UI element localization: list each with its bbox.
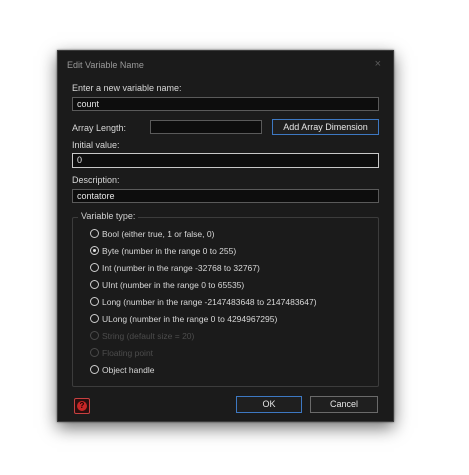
variable-type-option[interactable]: Long (number in the range -2147483648 to… [90, 297, 317, 309]
variable-type-option-label: Floating point [102, 348, 154, 358]
variable-type-label: Variable type: [78, 211, 139, 221]
title-bar[interactable]: Edit Variable Name × [58, 51, 393, 75]
radio-icon[interactable] [90, 297, 99, 306]
radio-icon[interactable] [90, 280, 99, 289]
variable-type-option[interactable]: Byte (number in the range 0 to 255) [90, 246, 236, 258]
variable-type-option[interactable]: ULong (number in the range 0 to 42949672… [90, 314, 277, 326]
initial-value-label: Initial value: [72, 140, 120, 150]
description-label: Description: [72, 175, 120, 185]
variable-type-option-label: Byte (number in the range 0 to 255) [102, 246, 237, 256]
description-input[interactable]: contatore [72, 189, 379, 203]
help-glyph: ? [77, 401, 87, 411]
variable-type-option[interactable]: Bool (either true, 1 or false, 0) [90, 229, 214, 241]
radio-icon [90, 348, 99, 357]
variable-type-option-label: String (default size = 20) [102, 331, 195, 341]
cancel-button[interactable]: Cancel [310, 396, 378, 413]
help-icon[interactable]: ? [74, 398, 90, 414]
add-array-dimension-button[interactable]: Add Array Dimension [272, 119, 379, 135]
array-length-label: Array Length: [72, 123, 127, 133]
radio-icon[interactable] [90, 229, 99, 238]
variable-type-option: Floating point [90, 348, 153, 360]
variable-type-option-label: ULong (number in the range 0 to 42949672… [102, 314, 278, 324]
variable-type-option[interactable]: Int (number in the range -32768 to 32767… [90, 263, 260, 275]
variable-type-option-label: UInt (number in the range 0 to 65535) [102, 280, 245, 290]
ok-button[interactable]: OK [236, 396, 302, 413]
radio-icon[interactable] [90, 365, 99, 374]
array-length-input[interactable] [150, 120, 262, 134]
radio-dot [93, 249, 96, 252]
radio-selected-icon[interactable] [90, 246, 99, 255]
variable-type-option[interactable]: Object handle [90, 365, 154, 377]
variable-type-option[interactable]: UInt (number in the range 0 to 65535) [90, 280, 244, 292]
radio-icon[interactable] [90, 263, 99, 272]
variable-type-option: String (default size = 20) [90, 331, 194, 343]
variable-type-option-label: Bool (either true, 1 or false, 0) [102, 229, 215, 239]
dialog-title: Edit Variable Name [67, 60, 144, 70]
initial-value-input[interactable]: 0 [72, 153, 379, 168]
variable-type-option-label: Int (number in the range -32768 to 32767… [102, 263, 260, 273]
variable-type-option-label: Long (number in the range -2147483648 to… [102, 297, 317, 307]
radio-icon [90, 331, 99, 340]
variable-type-option-label: Object handle [102, 365, 155, 375]
name-label: Enter a new variable name: [72, 83, 182, 93]
radio-icon[interactable] [90, 314, 99, 323]
close-icon[interactable]: × [375, 58, 381, 70]
variable-name-input[interactable]: count [72, 97, 379, 111]
edit-variable-dialog: Edit Variable Name × Enter a new variabl… [57, 50, 394, 422]
